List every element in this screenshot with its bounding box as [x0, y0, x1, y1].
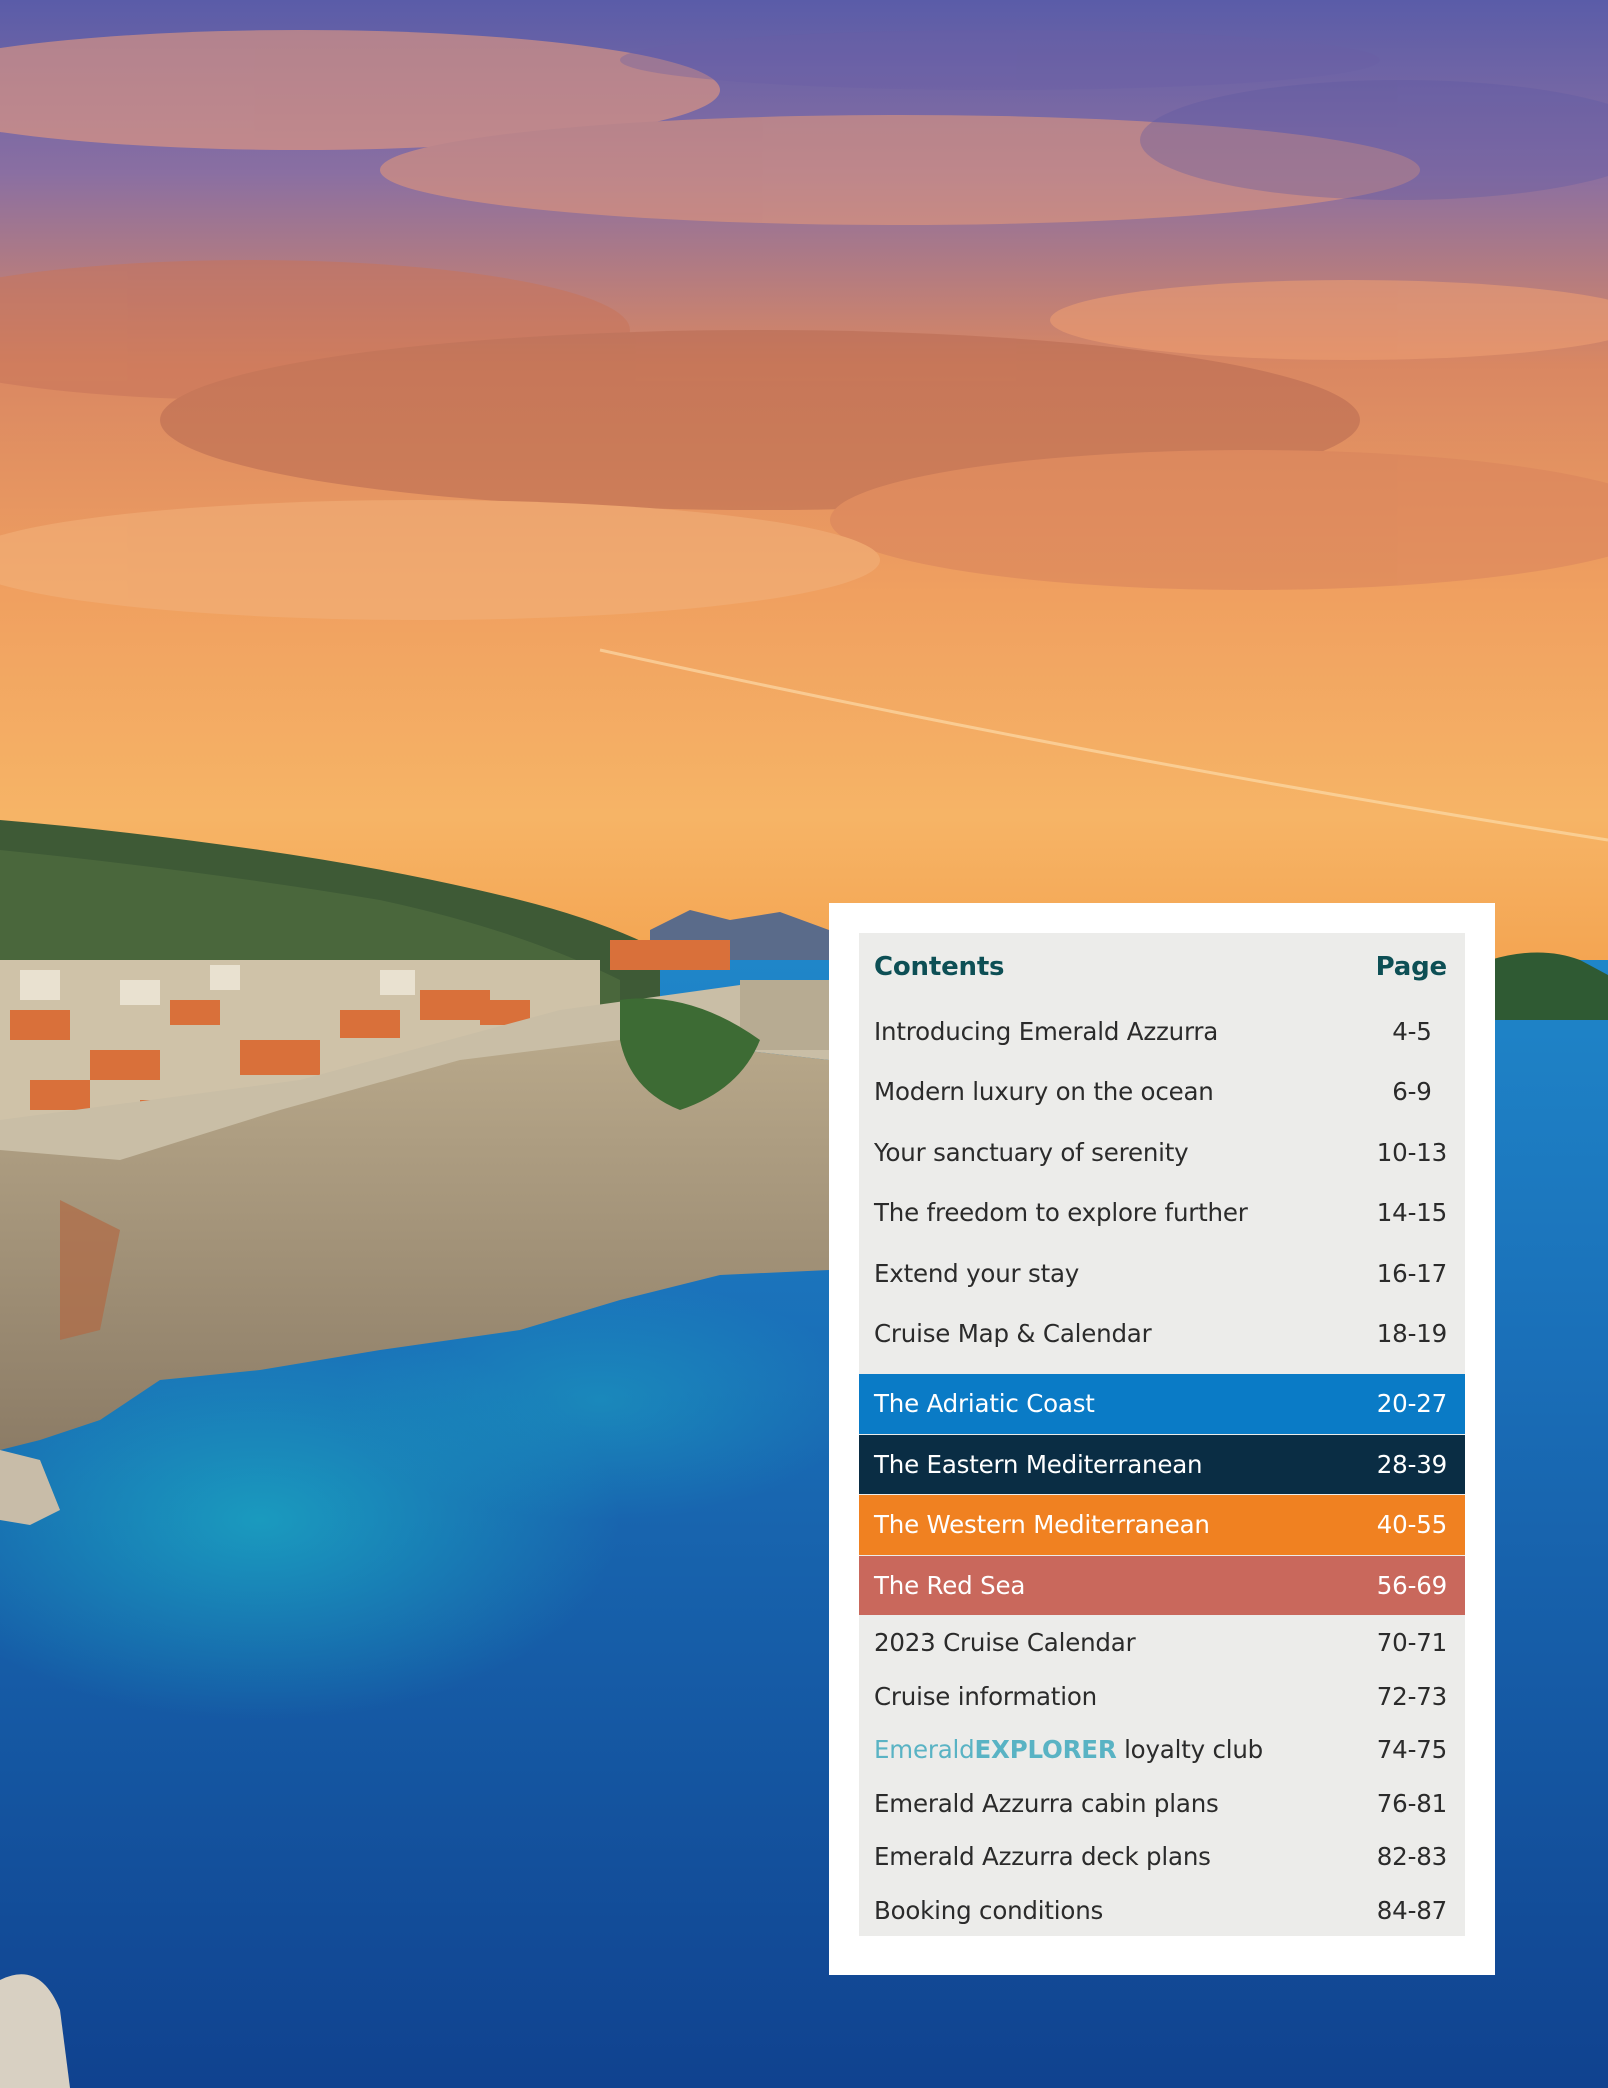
- contents-entry-freedom[interactable]: The freedom to explore further 14-15: [859, 1183, 1465, 1244]
- region-pages: 56-69: [1376, 1570, 1447, 1600]
- brand-name: EXPLORER: [974, 1735, 1117, 1765]
- contents-entry-extend-stay[interactable]: Extend your stay 16-17: [859, 1243, 1465, 1304]
- contents-entry-sanctuary[interactable]: Your sanctuary of serenity 10-13: [859, 1122, 1465, 1183]
- region-title: The Eastern Mediterranean: [874, 1449, 1203, 1479]
- region-band-adriatic[interactable]: The Adriatic Coast 20-27: [859, 1374, 1465, 1435]
- entry-title: The freedom to explore further: [874, 1198, 1248, 1228]
- contents-entry-cruise-info[interactable]: Cruise information 72-73: [859, 1670, 1465, 1724]
- contents-header: Contents Page: [859, 933, 1465, 1001]
- page-heading: Page: [1375, 952, 1448, 982]
- contents-entry-calendar[interactable]: 2023 Cruise Calendar 70-71: [859, 1616, 1465, 1670]
- contents-entry-introducing[interactable]: Introducing Emerald Azzurra 4-5: [859, 1001, 1465, 1062]
- contents-entry-modern-luxury[interactable]: Modern luxury on the ocean 6-9: [859, 1062, 1465, 1123]
- loyalty-suffix: loyalty club: [1116, 1735, 1264, 1765]
- entry-pages: 10-13: [1376, 1137, 1447, 1167]
- entry-title: Extend your stay: [874, 1258, 1080, 1288]
- entry-title: EmeraldEXPLORER loyalty club: [874, 1735, 1263, 1764]
- entry-pages: 72-73: [1376, 1681, 1447, 1711]
- region-title: The Adriatic Coast: [874, 1389, 1095, 1419]
- entry-pages: 82-83: [1376, 1842, 1447, 1872]
- entry-pages: 84-87: [1376, 1895, 1447, 1925]
- contents-card: Contents Page Introducing Emerald Azzurr…: [829, 903, 1495, 1975]
- region-pages: 40-55: [1376, 1510, 1447, 1540]
- contents-entry-loyalty-club[interactable]: EmeraldEXPLORER loyalty club 74-75: [859, 1723, 1465, 1777]
- region-title: The Western Mediterranean: [874, 1510, 1210, 1540]
- region-title: The Red Sea: [874, 1570, 1026, 1600]
- entry-title: Cruise information: [874, 1681, 1097, 1711]
- region-pages: 20-27: [1376, 1389, 1447, 1419]
- region-pages: 28-39: [1376, 1449, 1447, 1479]
- entry-pages: 4-5: [1392, 1016, 1432, 1046]
- entry-title: Emerald Azzurra deck plans: [874, 1842, 1211, 1872]
- entry-pages: 18-19: [1376, 1319, 1447, 1349]
- contents-entry-cabin-plans[interactable]: Emerald Azzurra cabin plans 76-81: [859, 1777, 1465, 1831]
- entry-title: Your sanctuary of serenity: [874, 1137, 1189, 1167]
- entry-pages: 76-81: [1376, 1788, 1447, 1818]
- contents-entry-cruise-map[interactable]: Cruise Map & Calendar 18-19: [859, 1304, 1465, 1365]
- entry-title: 2023 Cruise Calendar: [874, 1628, 1136, 1658]
- entry-pages: 16-17: [1376, 1258, 1447, 1288]
- contents-entry-deck-plans[interactable]: Emerald Azzurra deck plans 82-83: [859, 1830, 1465, 1884]
- brand-prefix: Emerald: [874, 1735, 975, 1765]
- entry-pages: 74-75: [1376, 1735, 1447, 1765]
- contents-table: Contents Page Introducing Emerald Azzurr…: [859, 933, 1465, 1936]
- entry-title: Modern luxury on the ocean: [874, 1077, 1214, 1107]
- region-band-red-sea[interactable]: The Red Sea 56-69: [859, 1555, 1465, 1616]
- entry-title: Booking conditions: [874, 1895, 1104, 1925]
- entry-title: Emerald Azzurra cabin plans: [874, 1788, 1219, 1818]
- region-band-western-med[interactable]: The Western Mediterranean 40-55: [859, 1495, 1465, 1556]
- contents-entry-booking[interactable]: Booking conditions 84-87: [859, 1884, 1465, 1938]
- entry-pages: 6-9: [1392, 1077, 1432, 1107]
- entry-pages: 14-15: [1376, 1198, 1447, 1228]
- entry-title: Introducing Emerald Azzurra: [874, 1016, 1219, 1046]
- region-band-eastern-med[interactable]: The Eastern Mediterranean 28-39: [859, 1434, 1465, 1495]
- entry-pages: 70-71: [1376, 1628, 1447, 1658]
- entry-title: Cruise Map & Calendar: [874, 1319, 1152, 1349]
- contents-heading: Contents: [874, 952, 1005, 982]
